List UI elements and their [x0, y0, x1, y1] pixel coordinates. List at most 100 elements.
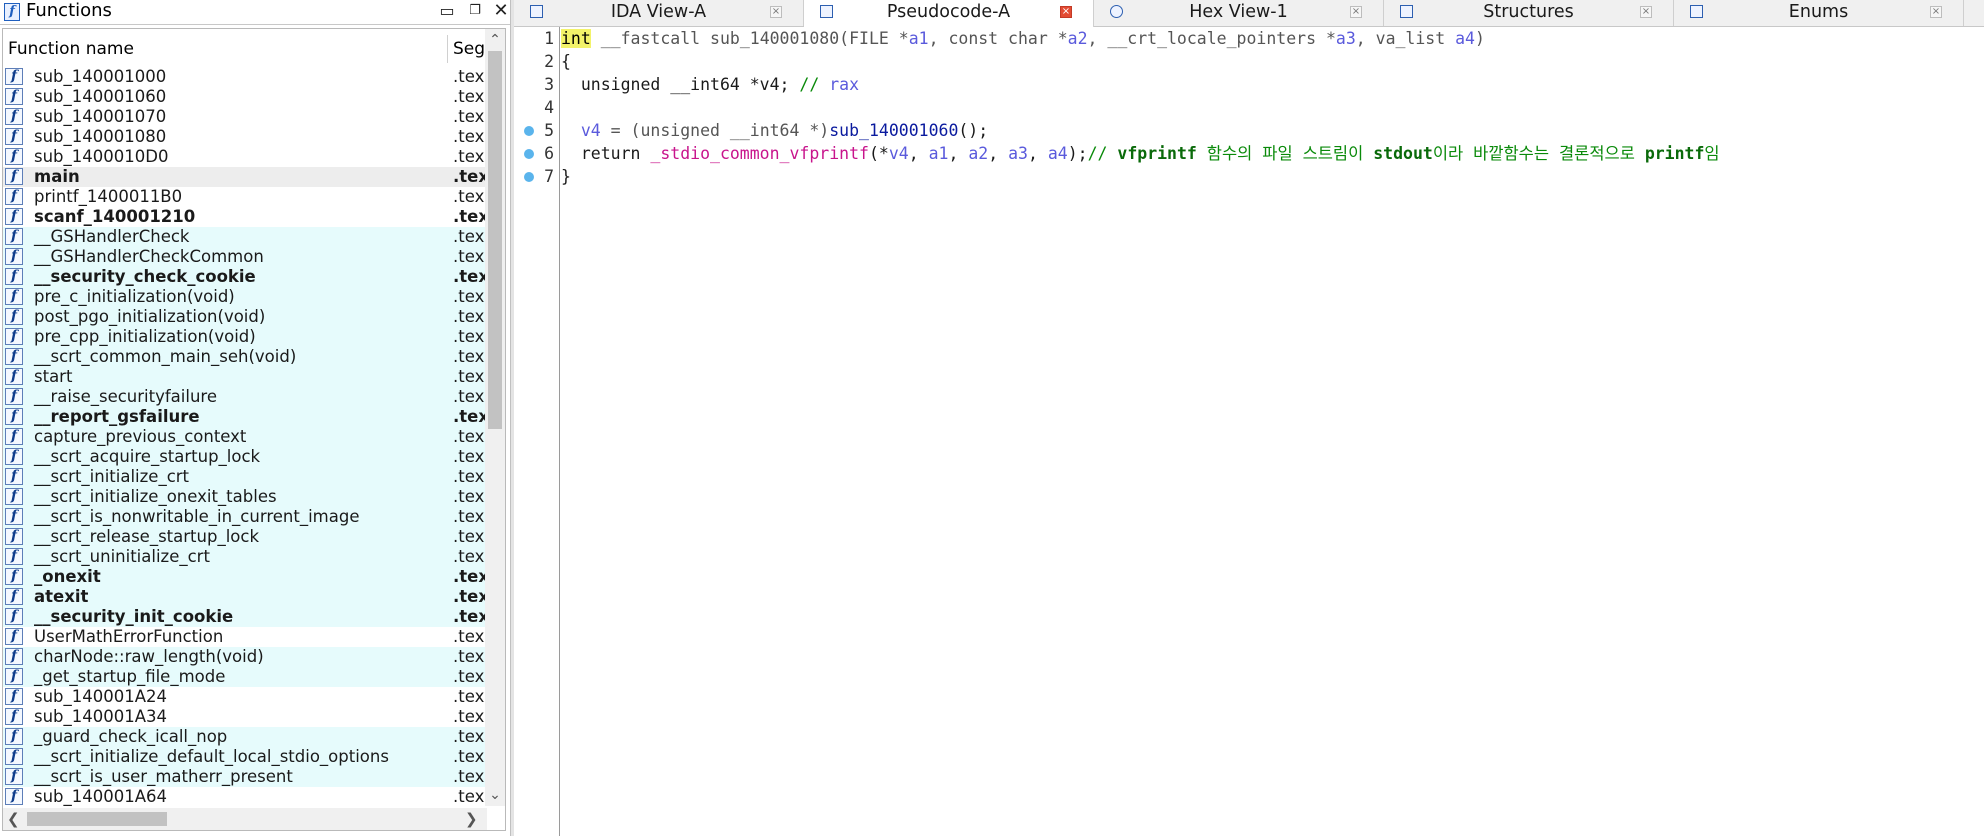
function-row[interactable]: f __scrt_uninitialize_crt .tex [3, 547, 487, 567]
line-gutter[interactable]: 1 2 3 4 5 6 7 [514, 27, 560, 836]
tab-close-icon[interactable]: × [770, 6, 782, 18]
function-row[interactable]: f charNode::raw_length(void) .tex [3, 647, 487, 667]
function-row[interactable]: f __scrt_initialize_onexit_tables .tex [3, 487, 487, 507]
arg-a2[interactable]: a2 [1068, 29, 1088, 48]
code-line-2[interactable]: { [561, 51, 571, 73]
function-row[interactable]: f sub_140001A34 .tex [3, 707, 487, 727]
function-row[interactable]: f pre_c_initialization(void) .tex [3, 287, 487, 307]
pseudocode-editor[interactable]: 1 2 3 4 5 6 7 int __fastcall sub_1400010… [514, 27, 1984, 836]
code-line-1[interactable]: int __fastcall sub_140001080(FILE *a1, c… [561, 28, 1485, 50]
horizontal-scrollbar[interactable]: ❮ ❯ [3, 808, 487, 830]
function-row[interactable]: f sub_140001A64 .tex [3, 787, 487, 807]
function-row[interactable]: f __raise_securityfailure .tex [3, 387, 487, 407]
call-sub-140001060[interactable]: sub_140001060 [829, 121, 958, 140]
function-icon: f [5, 148, 23, 165]
scroll-left-icon[interactable]: ❮ [7, 809, 23, 829]
column-separator[interactable] [447, 35, 448, 63]
arg-a3[interactable]: a3 [1008, 144, 1028, 163]
function-row[interactable]: f start .tex [3, 367, 487, 387]
restore-icon[interactable]: ❐ [464, 0, 486, 22]
function-row[interactable]: f __security_init_cookie .tex [3, 607, 489, 627]
function-row[interactable]: f post_pgo_initialization(void) .tex [3, 307, 487, 327]
function-row[interactable]: f __scrt_is_nonwritable_in_current_image.… [3, 507, 487, 527]
function-row[interactable]: f __scrt_common_main_seh(void) .tex [3, 347, 487, 367]
function-row[interactable]: f __scrt_initialize_default_local_stdio_o… [3, 747, 487, 767]
var-v4[interactable]: v4 [581, 121, 601, 140]
function-icon: f [5, 748, 23, 765]
function-row[interactable]: f __report_gsfailure .tex [3, 407, 489, 427]
function-row[interactable]: f capture_previous_context .tex [3, 427, 487, 447]
column-segment[interactable]: Seg [453, 39, 485, 59]
tab-close-icon[interactable]: × [1350, 6, 1362, 18]
code-line-7[interactable]: } [561, 166, 571, 188]
function-segment: .tex [453, 327, 485, 346]
function-name: sub_140001A34 [34, 707, 168, 726]
tab-close-icon[interactable]: × [1640, 6, 1652, 18]
function-row[interactable]: f sub_140001060 .tex [3, 87, 487, 107]
tab-ida-view-a[interactable]: IDA View-A × [514, 0, 804, 26]
tab-close-icon[interactable]: × [1930, 6, 1942, 18]
function-row[interactable]: f main .tex [3, 167, 489, 187]
tab-close-icon[interactable]: × [1060, 6, 1072, 18]
arg-a4[interactable]: a4 [1048, 144, 1068, 163]
keyword-int[interactable]: int [561, 29, 591, 48]
code-line-5[interactable]: v4 = (unsigned __int64 *)sub_140001060()… [561, 120, 988, 142]
code-line-3[interactable]: unsigned __int64 *v4; // rax [561, 74, 859, 96]
function-row[interactable]: f atexit .tex [3, 587, 489, 607]
function-row[interactable]: f __scrt_acquire_startup_lock .tex [3, 447, 487, 467]
code-line-6[interactable]: return _stdio_common_vfprintf(*v4, a1, a… [561, 143, 1720, 165]
function-row[interactable]: f __GSHandlerCheck .tex [3, 227, 487, 247]
function-row[interactable]: f _get_startup_file_mode .tex [3, 667, 487, 687]
var-v4[interactable]: v4 [889, 144, 909, 163]
function-row[interactable]: f _guard_check_icall_nop .tex [3, 727, 487, 747]
function-row[interactable]: f printf_1400011B0 .tex [3, 187, 487, 207]
function-icon: f [5, 508, 23, 525]
column-function-name[interactable]: Function name [8, 39, 134, 59]
line-number: 4 [544, 98, 554, 117]
vertical-scrollbar[interactable]: ⌃ ⌄ [485, 29, 505, 806]
arg-a1[interactable]: a1 [929, 144, 949, 163]
arg-a1[interactable]: a1 [909, 29, 929, 48]
functions-rows: f sub_140001000 .tex f sub_140001060 .tex f sub… [3, 67, 489, 807]
close-icon[interactable]: ✕ [490, 0, 512, 22]
scroll-down-icon[interactable]: ⌄ [485, 786, 505, 804]
function-row[interactable]: f sub_140001070 .tex [3, 107, 487, 127]
tab-hex-view-1[interactable]: Hex View-1 × [1094, 0, 1384, 26]
function-row[interactable]: f _onexit .tex [3, 567, 489, 587]
function-name: __raise_securityfailure [34, 387, 217, 406]
code-text: , [948, 144, 969, 163]
tab-pseudocode-a[interactable]: Pseudocode-A × [804, 0, 1094, 27]
function-row[interactable]: f sub_140001000 .tex [3, 67, 487, 87]
function-icon: f [5, 568, 23, 585]
breakpoint-dot-icon[interactable] [524, 149, 534, 159]
call-stdio-common-vfprintf[interactable]: _stdio_common_vfprintf [650, 144, 869, 163]
function-row[interactable]: f __scrt_initialize_crt .tex [3, 467, 487, 487]
breakpoint-dot-icon[interactable] [524, 172, 534, 182]
function-icon: f [5, 248, 23, 265]
scroll-up-icon[interactable]: ⌃ [485, 31, 505, 49]
function-row[interactable]: f pre_cpp_initialization(void) .tex [3, 327, 487, 347]
function-row[interactable]: f sub_140001A24 .tex [3, 687, 487, 707]
function-row[interactable]: f __security_check_cookie .tex [3, 267, 489, 287]
function-row[interactable]: f scanf_140001210 .tex [3, 207, 489, 227]
scroll-right-icon[interactable]: ❯ [465, 809, 481, 829]
function-row[interactable]: f sub_1400010D0 .tex [3, 147, 487, 167]
code-text: = (unsigned __int64 *) [600, 121, 830, 140]
arg-a3[interactable]: a3 [1336, 29, 1356, 48]
register-comment: rax [829, 75, 860, 94]
function-row[interactable]: f UserMathErrorFunction .tex [3, 627, 487, 647]
function-segment: .tex [453, 307, 485, 326]
function-row[interactable]: f __scrt_is_user_matherr_present .tex [3, 767, 487, 787]
function-row[interactable]: f sub_140001080 .tex [3, 127, 487, 147]
arg-a2[interactable]: a2 [968, 144, 988, 163]
tab-structures[interactable]: Structures × [1384, 0, 1674, 26]
vertical-scroll-thumb[interactable] [488, 51, 502, 429]
functions-list[interactable]: Function name Seg f sub_140001000 .tex f sub… [2, 28, 506, 831]
function-row[interactable]: f __scrt_release_startup_lock .tex [3, 527, 487, 547]
horizontal-scroll-thumb[interactable] [27, 812, 167, 826]
breakpoint-dot-icon[interactable] [524, 126, 534, 136]
minimize-icon[interactable]: ▭ [436, 0, 458, 22]
function-row[interactable]: f __GSHandlerCheckCommon .tex [3, 247, 487, 267]
tab-enums[interactable]: Enums × [1674, 0, 1964, 26]
arg-a4[interactable]: a4 [1455, 29, 1475, 48]
